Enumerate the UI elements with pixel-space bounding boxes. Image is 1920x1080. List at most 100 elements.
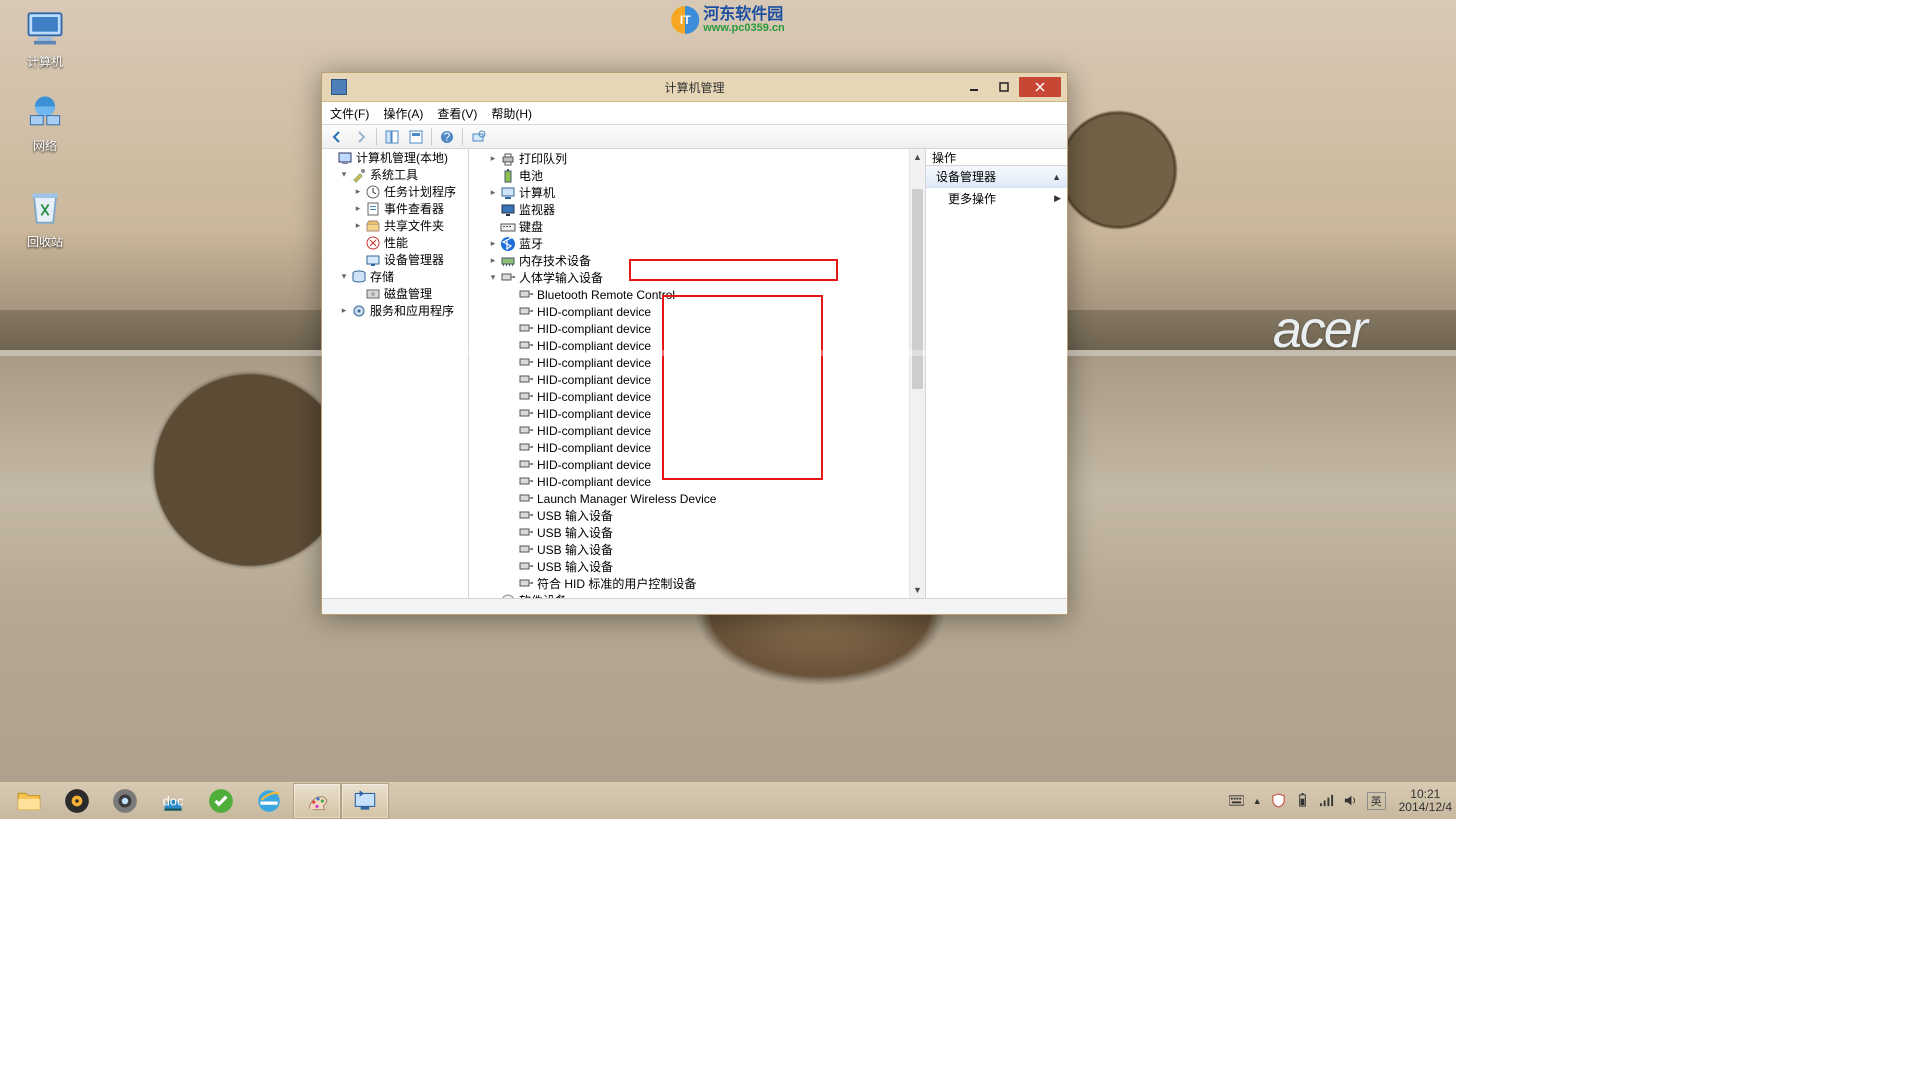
nav-tree-item[interactable]: 设备管理器 bbox=[322, 251, 468, 268]
expand-icon[interactable] bbox=[505, 476, 517, 488]
device-tree-item[interactable]: 键盘 bbox=[469, 218, 909, 235]
device-tree-item[interactable]: 电池 bbox=[469, 167, 909, 184]
menu-view[interactable]: 查看(V) bbox=[437, 105, 477, 122]
nav-tree-item[interactable]: ▸服务和应用程序 bbox=[322, 302, 468, 319]
minimize-button[interactable] bbox=[959, 77, 989, 97]
expand-icon[interactable] bbox=[352, 288, 364, 300]
expand-icon[interactable]: ▸ bbox=[338, 305, 350, 317]
device-tree-item[interactable]: HID-compliant device bbox=[469, 371, 909, 388]
menu-help[interactable]: 帮助(H) bbox=[491, 105, 532, 122]
device-tree-item[interactable]: HID-compliant device bbox=[469, 473, 909, 490]
expand-icon[interactable]: ▸ bbox=[487, 595, 499, 599]
expand-icon[interactable] bbox=[505, 357, 517, 369]
expand-icon[interactable]: ▾ bbox=[338, 271, 350, 283]
close-button[interactable] bbox=[1019, 77, 1061, 97]
expand-icon[interactable] bbox=[505, 340, 517, 352]
expand-icon[interactable] bbox=[505, 544, 517, 556]
properties-button[interactable] bbox=[405, 127, 427, 147]
wifi-icon[interactable] bbox=[1319, 793, 1334, 808]
device-tree-item[interactable]: HID-compliant device bbox=[469, 320, 909, 337]
expand-icon[interactable] bbox=[505, 493, 517, 505]
taskbar-app-paint[interactable] bbox=[294, 784, 340, 818]
device-tree-item[interactable]: USB 输入设备 bbox=[469, 558, 909, 575]
help-button[interactable]: ? bbox=[436, 127, 458, 147]
expand-icon[interactable]: ▸ bbox=[487, 255, 499, 267]
actions-selected-node[interactable]: 设备管理器 ▲ bbox=[926, 166, 1067, 188]
expand-icon[interactable] bbox=[505, 561, 517, 573]
taskbar-app-antivirus[interactable] bbox=[198, 784, 244, 818]
nav-tree-item[interactable]: ▸共享文件夹 bbox=[322, 217, 468, 234]
expand-icon[interactable] bbox=[505, 510, 517, 522]
desktop-icon-recycle[interactable]: 回收站 bbox=[10, 186, 80, 250]
expand-icon[interactable] bbox=[505, 578, 517, 590]
expand-icon[interactable] bbox=[487, 204, 499, 216]
device-tree-item[interactable]: HID-compliant device bbox=[469, 456, 909, 473]
nav-back-button[interactable] bbox=[326, 127, 348, 147]
expand-icon[interactable]: ▸ bbox=[352, 186, 364, 198]
expand-icon[interactable]: ▸ bbox=[352, 203, 364, 215]
expand-icon[interactable] bbox=[352, 254, 364, 266]
desktop-icon-computer[interactable]: 计算机 bbox=[10, 6, 80, 70]
ime-indicator[interactable]: 英 bbox=[1367, 792, 1386, 810]
expand-icon[interactable] bbox=[505, 408, 517, 420]
device-tree-item[interactable]: 符合 HID 标准的用户控制设备 bbox=[469, 575, 909, 592]
device-tree[interactable]: ▸打印队列电池▸计算机监视器键盘▸蓝牙▸内存技术设备▾人体学输入设备Blueto… bbox=[469, 149, 909, 598]
device-tree-item[interactable]: Bluetooth Remote Control bbox=[469, 286, 909, 303]
device-tree-item[interactable]: HID-compliant device bbox=[469, 354, 909, 371]
nav-tree-item[interactable]: ▸事件查看器 bbox=[322, 200, 468, 217]
taskbar-app-docs[interactable]: doc bbox=[150, 784, 196, 818]
tray-overflow-icon[interactable]: ▲ bbox=[1253, 796, 1262, 806]
device-tree-item[interactable]: ▸内存技术设备 bbox=[469, 252, 909, 269]
expand-icon[interactable] bbox=[505, 289, 517, 301]
expand-icon[interactable] bbox=[505, 442, 517, 454]
menu-file[interactable]: 文件(F) bbox=[330, 105, 369, 122]
expand-icon[interactable] bbox=[352, 237, 364, 249]
taskbar-app-media[interactable] bbox=[54, 784, 100, 818]
device-tree-item[interactable]: ▸计算机 bbox=[469, 184, 909, 201]
expand-icon[interactable]: ▸ bbox=[487, 187, 499, 199]
device-tree-item[interactable]: HID-compliant device bbox=[469, 388, 909, 405]
taskbar-app-explorer[interactable] bbox=[6, 784, 52, 818]
device-tree-item[interactable]: USB 输入设备 bbox=[469, 541, 909, 558]
scan-hardware-button[interactable] bbox=[467, 127, 489, 147]
volume-icon[interactable] bbox=[1343, 793, 1358, 808]
expand-icon[interactable] bbox=[505, 425, 517, 437]
device-tree-item[interactable]: ▸软件设备 bbox=[469, 592, 909, 598]
expand-icon[interactable] bbox=[487, 170, 499, 182]
taskbar-app-ie[interactable] bbox=[246, 784, 292, 818]
taskbar-app-compmgmt[interactable] bbox=[342, 784, 388, 818]
expand-icon[interactable] bbox=[505, 306, 517, 318]
security-icon[interactable] bbox=[1271, 793, 1286, 808]
expand-icon[interactable] bbox=[505, 374, 517, 386]
expand-icon[interactable]: ▾ bbox=[487, 272, 499, 284]
expand-icon[interactable]: ▸ bbox=[352, 220, 364, 232]
device-tree-item[interactable]: ▸打印队列 bbox=[469, 150, 909, 167]
nav-forward-button[interactable] bbox=[350, 127, 372, 147]
expand-icon[interactable] bbox=[505, 323, 517, 335]
nav-tree-item[interactable]: ▸任务计划程序 bbox=[322, 183, 468, 200]
device-tree-item[interactable]: HID-compliant device bbox=[469, 422, 909, 439]
scroll-thumb[interactable] bbox=[912, 189, 923, 389]
device-tree-item[interactable]: Launch Manager Wireless Device bbox=[469, 490, 909, 507]
keyboard-icon[interactable] bbox=[1229, 793, 1244, 808]
device-tree-item[interactable]: ▾人体学输入设备 bbox=[469, 269, 909, 286]
nav-tree-item[interactable]: 计算机管理(本地) bbox=[322, 149, 468, 166]
menu-action[interactable]: 操作(A) bbox=[383, 105, 423, 122]
navigation-tree[interactable]: 计算机管理(本地)▾系统工具▸任务计划程序▸事件查看器▸共享文件夹性能设备管理器… bbox=[322, 149, 469, 598]
maximize-button[interactable] bbox=[989, 77, 1019, 97]
taskbar-app-camera[interactable] bbox=[102, 784, 148, 818]
actions-more[interactable]: 更多操作 ▶ bbox=[926, 188, 1067, 208]
device-tree-item[interactable]: 监视器 bbox=[469, 201, 909, 218]
expand-icon[interactable]: ▸ bbox=[487, 153, 499, 165]
device-tree-item[interactable]: USB 输入设备 bbox=[469, 507, 909, 524]
expand-icon[interactable] bbox=[505, 391, 517, 403]
titlebar[interactable]: 计算机管理 bbox=[322, 73, 1067, 101]
expand-icon[interactable] bbox=[505, 527, 517, 539]
scroll-up-button[interactable]: ▲ bbox=[910, 149, 925, 165]
nav-tree-item[interactable]: ▾系统工具 bbox=[322, 166, 468, 183]
expand-icon[interactable] bbox=[324, 152, 336, 164]
device-tree-item[interactable]: HID-compliant device bbox=[469, 439, 909, 456]
expand-icon[interactable]: ▾ bbox=[338, 169, 350, 181]
scrollbar-vertical[interactable]: ▲ ▼ bbox=[909, 149, 925, 598]
desktop-icon-network[interactable]: 网络 bbox=[10, 90, 80, 154]
